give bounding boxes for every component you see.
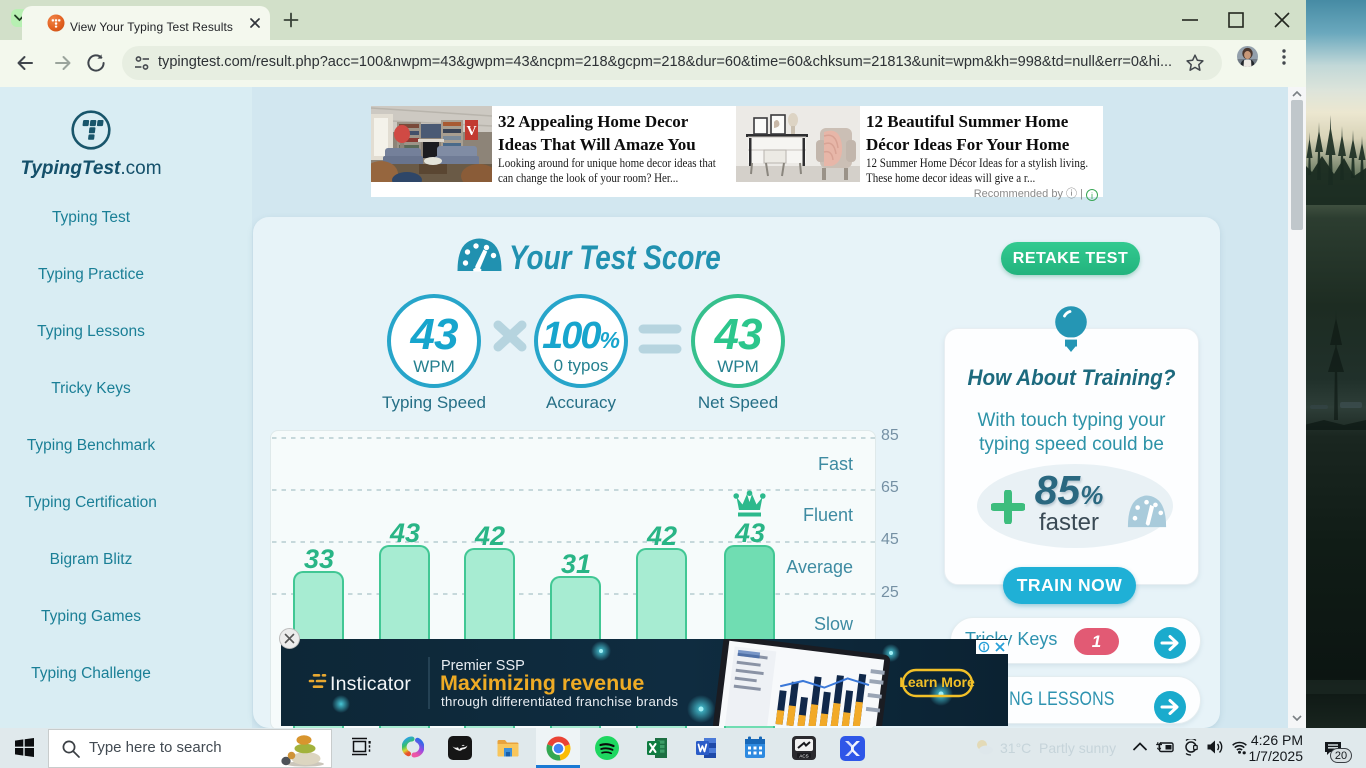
svg-text:V: V	[466, 124, 476, 139]
svg-text:Learn More: Learn More	[899, 674, 975, 690]
svg-text:ACS: ACS	[799, 753, 808, 758]
svg-text:Insticator: Insticator	[330, 673, 411, 695]
svg-text:Maximizing revenue: Maximizing revenue	[440, 671, 644, 695]
svg-text:through differentiated franchi: through differentiated franchise brands	[441, 694, 678, 709]
